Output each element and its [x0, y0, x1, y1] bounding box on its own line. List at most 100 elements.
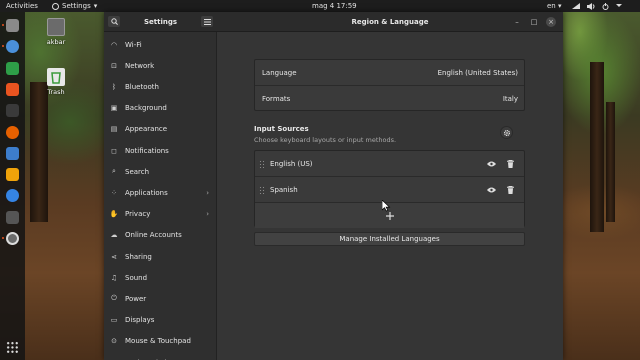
sidebar-item-label: Wi-Fi [125, 40, 142, 49]
sidebar-item-wi-fi[interactable]: ◠ Wi-Fi [104, 34, 217, 55]
settings-icon[interactable] [6, 232, 19, 245]
desktop-icon-trash[interactable]: Trash [42, 68, 70, 96]
region-language-panel: Language English (United States) Formats… [218, 32, 563, 360]
running-indicator [2, 45, 4, 48]
top-bar: Activities Settings ▾ mag 4 17:59 en ▾ [0, 0, 640, 12]
clock[interactable]: mag 4 17:59 [312, 2, 357, 10]
sidebar-item-sound[interactable]: ♫ Sound [104, 267, 217, 288]
sidebar-item-background[interactable]: ▣ Background [104, 98, 217, 119]
activities-button[interactable]: Activities [6, 2, 38, 10]
minimize-button[interactable]: – [512, 17, 522, 27]
sidebar-item-appearance[interactable]: ▤ Appearance [104, 119, 217, 140]
sidebar-item-label: Displays [125, 316, 155, 325]
desktop-icon-label: akbar [46, 38, 66, 46]
sidebar-item-label: Search [125, 167, 150, 176]
sidebar-item-keyboard-shortcuts[interactable]: ⌨Keyboard Shortcuts [104, 352, 217, 360]
formats-row[interactable]: Formats Italy [255, 86, 524, 111]
manage-installed-languages-button[interactable]: Manage Installed Languages [254, 232, 525, 246]
input-source-row[interactable]: English (US) [255, 151, 524, 176]
sidebar-item-network[interactable]: ⊡ Network [104, 55, 217, 76]
sidebar-item-search[interactable]: ⌕ Search [104, 161, 217, 182]
desktop-icon-home[interactable]: akbar [42, 18, 70, 46]
chevron-right-icon: › [206, 210, 209, 219]
firefox-icon[interactable] [6, 125, 19, 139]
sidebar-item-label: Power [125, 294, 147, 303]
chromium-icon[interactable] [6, 40, 19, 54]
dock [0, 12, 25, 360]
desktop-icon-label: Trash [47, 88, 65, 96]
background-icon: ▣ [110, 104, 118, 113]
sidebar-item-label: Appearance [125, 125, 168, 134]
sidebar-item-displays[interactable]: ▭ Displays [104, 310, 217, 331]
bluetooth-icon: ᛒ [111, 82, 117, 91]
sidebar-item-label: Sharing [125, 252, 152, 261]
close-icon: × [548, 18, 554, 26]
sidebar-item-mouse-touchpad[interactable]: ⊙ Mouse & Touchpad [104, 331, 217, 352]
input-sources-list: English (US) Spanish [254, 150, 525, 228]
search-icon: ⌕ [112, 167, 116, 176]
sidebar-item-privacy[interactable]: ✋ Privacy › [104, 204, 217, 225]
power-icon [602, 2, 609, 10]
drag-handle-icon[interactable] [259, 160, 265, 168]
screen-icon[interactable] [6, 210, 19, 224]
network-icon [572, 2, 580, 9]
sidebar-item-applications[interactable]: ⁘ Applications › [104, 182, 217, 203]
sidebar-item-notifications[interactable]: ◻ Notifications [104, 140, 217, 161]
input-sources-title: Input Sources [254, 125, 309, 133]
gear-icon [52, 2, 59, 10]
settings-sidebar: ◠ Wi-Fi ⊡ Network ᛒ Bluetooth ▣ Background ▤ Appe… [104, 32, 217, 360]
minimize-icon: – [515, 18, 519, 26]
displays-icon: ▭ [110, 316, 118, 325]
maximize-icon: □ [530, 18, 538, 26]
chevron-right-icon: › [206, 188, 209, 197]
appearance-icon: ▤ [110, 125, 118, 134]
input-source-label: Spanish [270, 185, 298, 194]
chevron-down-icon: ▾ [557, 2, 562, 10]
window-titlebar[interactable]: Settings Region & Language – □ × [104, 12, 563, 32]
sidebar-item-online-accounts[interactable]: ☁ Online Accounts [104, 225, 217, 246]
app-menu[interactable]: Settings ▾ [52, 2, 97, 10]
hamburger-menu-icon [203, 18, 211, 25]
input-sources-subtitle: Choose keyboard layouts or input methods… [254, 136, 397, 144]
trash-icon[interactable] [506, 185, 515, 194]
online-accounts-icon: ☁ [110, 231, 118, 240]
keyboard-language-indicator[interactable]: en ▾ [547, 2, 562, 10]
software-center-icon[interactable] [6, 82, 19, 96]
sidebar-item-label: Sound [125, 273, 148, 282]
media-icon[interactable] [6, 168, 19, 182]
close-button[interactable]: × [546, 17, 556, 27]
running-indicator [2, 237, 4, 239]
language-code: en [547, 2, 556, 10]
eye-icon[interactable] [487, 159, 496, 168]
formats-value: Italy [502, 94, 518, 103]
show-applications-icon[interactable] [6, 341, 19, 354]
trash-icon [47, 68, 65, 86]
language-row[interactable]: Language English (United States) [255, 60, 524, 85]
input-source-row[interactable]: Spanish [255, 177, 524, 202]
system-menu[interactable] [572, 2, 622, 10]
sidebar-item-label: Mouse & Touchpad [125, 337, 191, 346]
trash-icon[interactable] [506, 159, 515, 168]
drag-handle-icon[interactable] [259, 186, 265, 194]
help-icon[interactable] [6, 189, 19, 203]
chevron-down-icon [616, 4, 622, 7]
files-icon[interactable] [6, 19, 19, 32]
sidebar-item-label: Notifications [125, 146, 169, 155]
maximize-button[interactable]: □ [529, 17, 539, 27]
text-editor-icon[interactable] [6, 146, 19, 160]
eye-icon[interactable] [487, 185, 496, 194]
sidebar-item-power[interactable]: ⏻ Power [104, 288, 217, 309]
sidebar-item-label: Bluetooth [125, 82, 159, 91]
sidebar-item-label: Privacy [125, 210, 151, 219]
sidebar-item-sharing[interactable]: ⋖ Sharing [104, 246, 217, 267]
spreadsheet-icon[interactable] [6, 61, 19, 75]
input-sources-options-button[interactable] [500, 126, 513, 139]
formats-label: Formats [262, 94, 291, 103]
settings-window: Settings Region & Language – □ × ◠ Wi-Fi ⊡… [104, 12, 563, 360]
wifi-icon: ◠ [110, 40, 118, 49]
terminal-icon[interactable] [6, 104, 19, 118]
menu-button[interactable] [201, 16, 213, 27]
language-value: English (United States) [437, 68, 518, 77]
plus-icon [385, 211, 394, 220]
sidebar-item-bluetooth[interactable]: ᛒ Bluetooth [104, 76, 217, 97]
